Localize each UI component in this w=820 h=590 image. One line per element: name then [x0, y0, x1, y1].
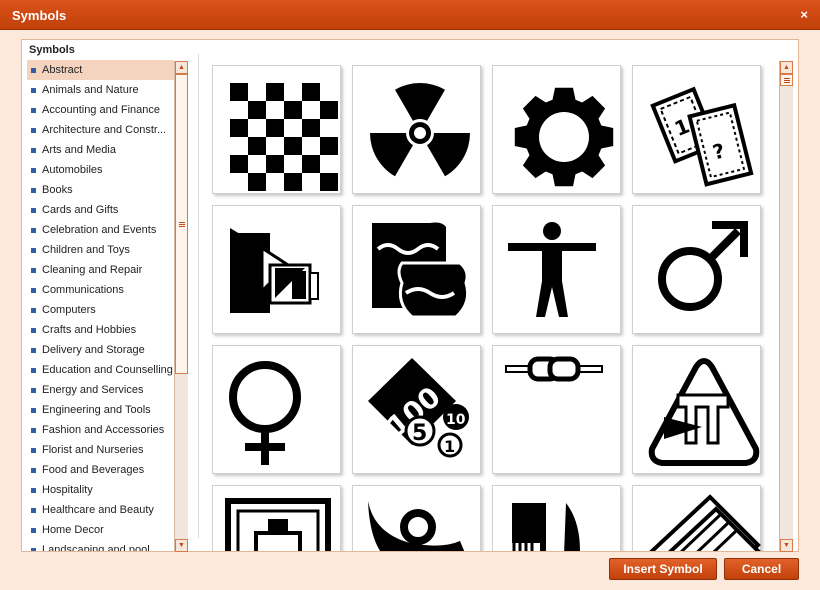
clipboard-frame-icon: [225, 498, 331, 551]
svg-text:1: 1: [444, 437, 455, 456]
chain-icon: [505, 356, 603, 382]
comb-knife-icon: [512, 503, 580, 551]
radiation-icon: [370, 83, 470, 177]
dialog-body: Symbols Abstract Animals and Nature Accoun…: [21, 39, 799, 552]
gear-icon: [514, 87, 614, 187]
category-item[interactable]: Food and Beverages: [27, 460, 174, 480]
symbol-tile[interactable]: [492, 345, 621, 474]
symbol-tile[interactable]: [492, 205, 621, 334]
category-scroll-thumb[interactable]: [175, 74, 188, 374]
symbol-tile[interactable]: 1?: [632, 65, 761, 194]
pottery-icon: [372, 222, 470, 319]
checkerboard-icon: [230, 83, 338, 191]
category-header: Symbols: [29, 44, 75, 56]
category-item[interactable]: Crafts and Hobbies: [27, 320, 174, 340]
category-item[interactable]: Engineering and Tools: [27, 400, 174, 420]
dialog-title: Symbols: [12, 8, 67, 23]
female-symbol-icon: [229, 361, 301, 465]
category-item[interactable]: Architecture and Constr...: [27, 120, 174, 140]
category-item[interactable]: Healthcare and Beauty: [27, 500, 174, 520]
symbol-tile[interactable]: [212, 205, 341, 334]
post-horn-icon: [368, 501, 465, 551]
pi-sign-icon: [648, 357, 760, 466]
cancel-button[interactable]: Cancel: [724, 558, 799, 580]
abstract-shapes-icon: [230, 228, 319, 313]
symbol-tile[interactable]: [352, 485, 481, 551]
male-symbol-icon: [658, 221, 748, 311]
symbol-tile[interactable]: [212, 485, 341, 551]
category-item[interactable]: Fashion and Accessories: [27, 420, 174, 440]
category-item[interactable]: Abstract: [27, 60, 174, 80]
symbol-scroll-down-button[interactable]: ▼: [780, 539, 793, 552]
category-item[interactable]: Energy and Services: [27, 380, 174, 400]
coins-icon: 1005101: [368, 358, 469, 458]
category-item[interactable]: Cards and Gifts: [27, 200, 174, 220]
category-item[interactable]: Books: [27, 180, 174, 200]
symbol-tile[interactable]: [352, 65, 481, 194]
svg-text:10: 10: [446, 412, 466, 428]
category-item[interactable]: Automobiles: [27, 160, 174, 180]
category-item[interactable]: Cleaning and Repair: [27, 260, 174, 280]
category-item[interactable]: Arts and Media: [27, 140, 174, 160]
human-figure-icon: [508, 222, 596, 317]
symbol-scroll-thumb[interactable]: [780, 74, 793, 86]
stacked-papers-icon: [649, 494, 761, 551]
symbol-tile[interactable]: [632, 345, 761, 474]
symbol-tile[interactable]: [212, 65, 341, 194]
category-scroll-down-button[interactable]: ▼: [175, 539, 188, 552]
category-item[interactable]: Delivery and Storage: [27, 340, 174, 360]
close-icon[interactable]: ×: [800, 7, 808, 22]
svg-text:5: 5: [412, 421, 427, 446]
symbol-scrollbar[interactable]: ▲ ▼: [779, 61, 793, 552]
category-list: Abstract Animals and Nature Accounting and…: [27, 60, 174, 551]
category-item[interactable]: Computers: [27, 300, 174, 320]
insert-symbol-button[interactable]: Insert Symbol: [609, 558, 717, 580]
symbol-tile[interactable]: [492, 485, 621, 551]
category-item[interactable]: Communications: [27, 280, 174, 300]
symbol-tile[interactable]: [632, 205, 761, 334]
lottery-tickets-icon: 1?: [650, 86, 754, 187]
category-item[interactable]: Florist and Nurseries: [27, 440, 174, 460]
symbol-tile[interactable]: [352, 205, 481, 334]
symbol-grid: 1? 100 5 10 1: [212, 65, 774, 551]
category-item[interactable]: Education and Counselling: [27, 360, 174, 380]
category-item[interactable]: Animals and Nature: [27, 80, 174, 100]
category-scrollbar[interactable]: ▲ ▼: [174, 61, 188, 552]
symbol-tile[interactable]: 100 5 10 1: [352, 345, 481, 474]
symbol-tile[interactable]: [632, 485, 761, 551]
category-panel: Symbols Abstract Animals and Nature Accoun…: [22, 40, 192, 551]
category-item[interactable]: Children and Toys: [27, 240, 174, 260]
category-item[interactable]: Celebration and Events: [27, 220, 174, 240]
category-item[interactable]: Home Decor: [27, 520, 174, 540]
category-item[interactable]: Hospitality: [27, 480, 174, 500]
title-bar: Symbols ×: [0, 0, 820, 30]
category-item[interactable]: Accounting and Finance: [27, 100, 174, 120]
category-scroll-up-button[interactable]: ▲: [175, 61, 188, 74]
symbol-tile[interactable]: [492, 65, 621, 194]
symbol-scroll-up-button[interactable]: ▲: [780, 61, 793, 74]
panel-divider: [198, 54, 199, 538]
category-item[interactable]: Landscaping and pool: [27, 540, 174, 551]
symbol-tile[interactable]: [212, 345, 341, 474]
